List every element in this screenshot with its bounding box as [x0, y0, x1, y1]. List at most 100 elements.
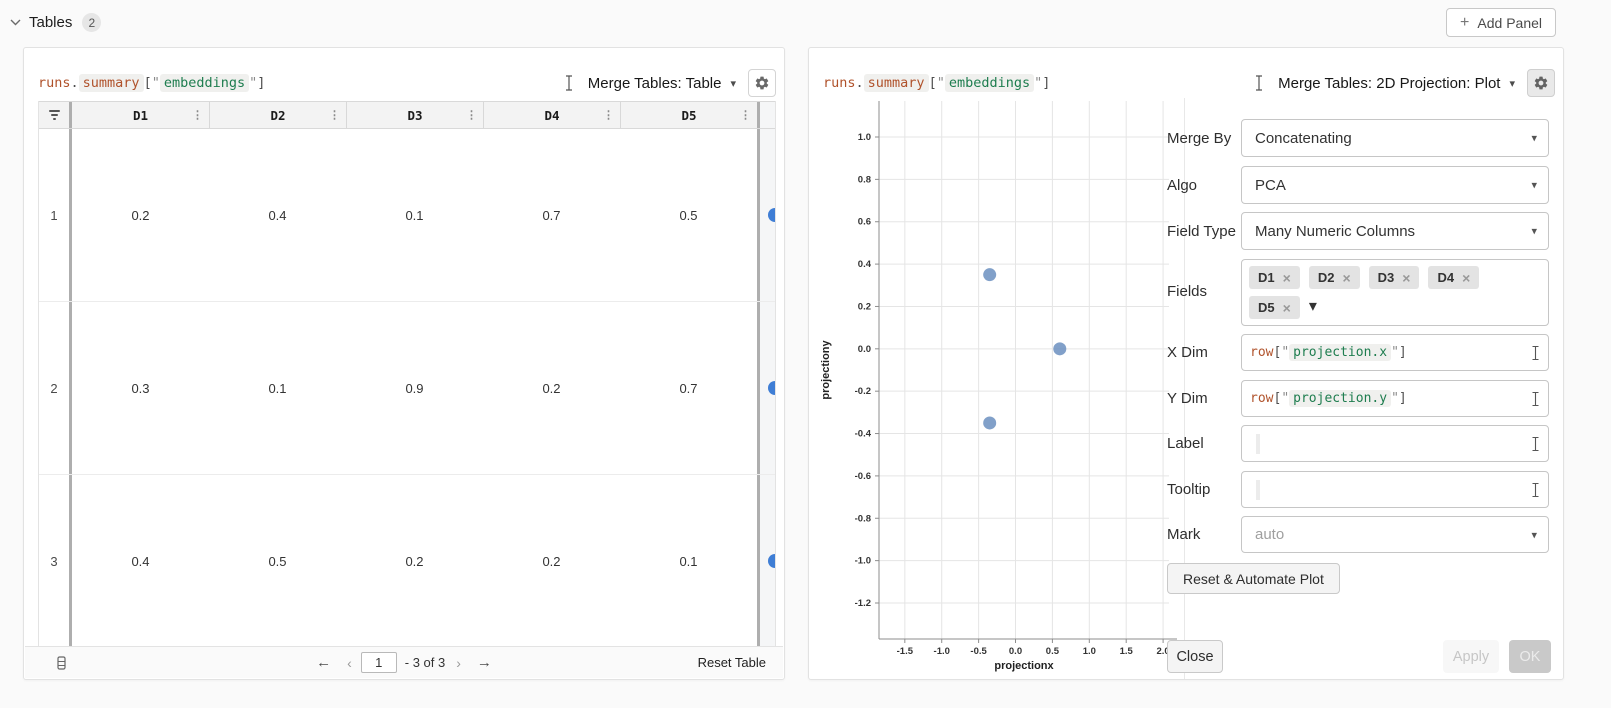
- field-tag-label: D3: [1378, 270, 1395, 285]
- code-token: row: [1250, 391, 1273, 406]
- table-cell: 0.7: [620, 302, 757, 474]
- code-token: ": [1391, 391, 1399, 406]
- merge-by-value: Concatenating: [1255, 130, 1352, 147]
- mark-select[interactable]: auto ▾: [1241, 516, 1549, 553]
- column-menu-icon[interactable]: ⋮: [326, 109, 343, 122]
- column-header-d4: D4 ⋮: [483, 102, 620, 128]
- svg-text:-1.2: -1.2: [855, 598, 871, 609]
- filter-header-cell[interactable]: [39, 102, 69, 128]
- field-tag-d2: D2×: [1309, 266, 1360, 289]
- text-cursor-icon: [1254, 75, 1264, 91]
- remove-field-icon[interactable]: ×: [1402, 271, 1410, 285]
- svg-text:-0.4: -0.4: [855, 429, 872, 440]
- add-panel-label: Add Panel: [1477, 15, 1542, 31]
- mark-label: Mark: [1167, 516, 1239, 553]
- code-token: .: [856, 75, 864, 91]
- field-type-select[interactable]: Many Numeric Columns ▾: [1241, 212, 1549, 250]
- field-type-value: Many Numeric Columns: [1255, 223, 1415, 240]
- label-input[interactable]: [1241, 425, 1549, 462]
- gear-icon: [754, 75, 770, 91]
- svg-text:-1.0: -1.0: [934, 646, 950, 657]
- merge-by-select[interactable]: Concatenating ▾: [1241, 119, 1549, 157]
- remove-field-icon[interactable]: ×: [1283, 301, 1291, 315]
- reset-automate-plot-button[interactable]: Reset & Automate Plot: [1167, 563, 1340, 594]
- field-tag-d4: D4 ×: [1428, 266, 1479, 289]
- cursor-placeholder: [1256, 480, 1260, 500]
- ok-button[interactable]: OK: [1509, 640, 1551, 673]
- code-token: embeddings: [945, 74, 1034, 92]
- row-color-dot: [768, 381, 776, 395]
- page-number-input[interactable]: [361, 652, 397, 673]
- panel-settings-button[interactable]: [748, 69, 776, 97]
- next-page-button[interactable]: ›: [449, 655, 468, 671]
- table-panel-header: runs.summary["embeddings"] Merge Tables:…: [38, 68, 776, 98]
- apply-button[interactable]: Apply: [1443, 640, 1499, 673]
- column-menu-icon[interactable]: ⋮: [189, 109, 206, 122]
- remove-field-icon[interactable]: ×: [1283, 271, 1291, 285]
- projection-panel: runs.summary["embeddings"] Merge Tables:…: [808, 47, 1564, 680]
- tooltip-input[interactable]: [1241, 471, 1549, 508]
- table-body: 10.20.40.10.70.520.30.10.90.20.730.40.50…: [39, 129, 775, 647]
- mark-placeholder: auto: [1255, 526, 1284, 543]
- column-header-d2: D2⋮: [209, 102, 346, 128]
- svg-text:-0.2: -0.2: [855, 386, 871, 397]
- overflow-column-cell: [760, 475, 776, 647]
- panel-mode-dropdown[interactable]: Merge Tables: Table: [588, 75, 722, 92]
- scatter-plot: 1.00.80.60.40.20.0-0.2-0.4-0.6-0.8-1.0-1…: [817, 96, 1183, 681]
- field-tag-label: D4: [1437, 270, 1454, 285]
- code-token: ]: [1399, 391, 1407, 406]
- overflow-column-cell: [760, 302, 776, 474]
- fields-multiselect[interactable]: D1×D2×D3×D4×D5×▾: [1241, 259, 1549, 326]
- table-expression-editor[interactable]: runs.summary["embeddings"]: [38, 75, 265, 91]
- cursor-placeholder: [1256, 434, 1260, 454]
- caret-down-icon: ▾: [1531, 225, 1537, 238]
- table-cell: 0.2: [346, 475, 483, 647]
- column-menu-icon[interactable]: ⋮: [737, 109, 754, 122]
- pagination: ← ‹ - 3 of 3 › →: [25, 652, 783, 673]
- column-header-label: D4: [544, 108, 559, 123]
- panel-settings-button[interactable]: [1527, 69, 1555, 97]
- reset-table-button[interactable]: Reset Table: [698, 655, 766, 670]
- row-index: 2: [39, 302, 69, 474]
- x-dim-expression: row["projection.x"]: [1250, 345, 1407, 360]
- column-header-d3: D3⋮: [346, 102, 483, 128]
- table-cell: 0.2: [72, 129, 209, 301]
- page-range-label: - 3 of 3: [405, 655, 445, 670]
- close-button[interactable]: Close: [1167, 640, 1223, 673]
- plus-icon: +: [1460, 15, 1469, 31]
- caret-down-icon: ▾: [1309, 296, 1317, 319]
- panel-count-badge: 2: [82, 13, 101, 32]
- column-headers: D1⋮D2⋮D3⋮D4⋮D5⋮: [72, 102, 757, 128]
- remove-field-icon[interactable]: ×: [1342, 271, 1350, 285]
- panel-mode-dropdown[interactable]: Merge Tables: 2D Projection: Plot: [1278, 75, 1500, 92]
- code-token: row: [1250, 345, 1273, 360]
- svg-text:1.5: 1.5: [1120, 646, 1134, 657]
- table-cell: 0.5: [620, 129, 757, 301]
- text-cursor-icon: [564, 75, 574, 91]
- row-index: 3: [39, 475, 69, 647]
- svg-text:-0.8: -0.8: [855, 513, 871, 524]
- first-page-button[interactable]: ←: [307, 654, 340, 671]
- data-table: D1⋮D2⋮D3⋮D4⋮D5⋮ 10.20.40.10.70.520.30.10…: [38, 101, 776, 647]
- svg-text:1.0: 1.0: [1083, 646, 1096, 657]
- x-dim-input[interactable]: row["projection.x"]: [1241, 334, 1549, 371]
- svg-text:0.4: 0.4: [858, 259, 872, 270]
- field-type-label: Field Type: [1167, 212, 1239, 250]
- remove-field-icon[interactable]: ×: [1462, 271, 1470, 285]
- algo-select[interactable]: PCA ▾: [1241, 166, 1549, 204]
- code-token: ]: [1399, 345, 1407, 360]
- table-footer: ← ‹ - 3 of 3 › → Reset Table: [25, 646, 783, 678]
- column-menu-icon[interactable]: ⋮: [600, 109, 617, 122]
- column-menu-icon[interactable]: ⋮: [463, 109, 480, 122]
- y-dim-input[interactable]: row["projection.y"]: [1241, 380, 1549, 417]
- table-cell: 0.2: [483, 302, 620, 474]
- text-cursor-icon: [1531, 345, 1540, 360]
- svg-text:-0.6: -0.6: [855, 471, 871, 482]
- last-page-button[interactable]: →: [468, 654, 501, 671]
- code-token: ": [1281, 391, 1289, 406]
- add-panel-button[interactable]: + Add Panel: [1446, 8, 1556, 37]
- prev-page-button[interactable]: ‹: [340, 655, 359, 671]
- field-tag-label: D1: [1258, 270, 1275, 285]
- projection-expression-editor[interactable]: runs.summary["embeddings"]: [823, 75, 1050, 91]
- tables-section-toggle[interactable]: Tables 2: [10, 13, 101, 32]
